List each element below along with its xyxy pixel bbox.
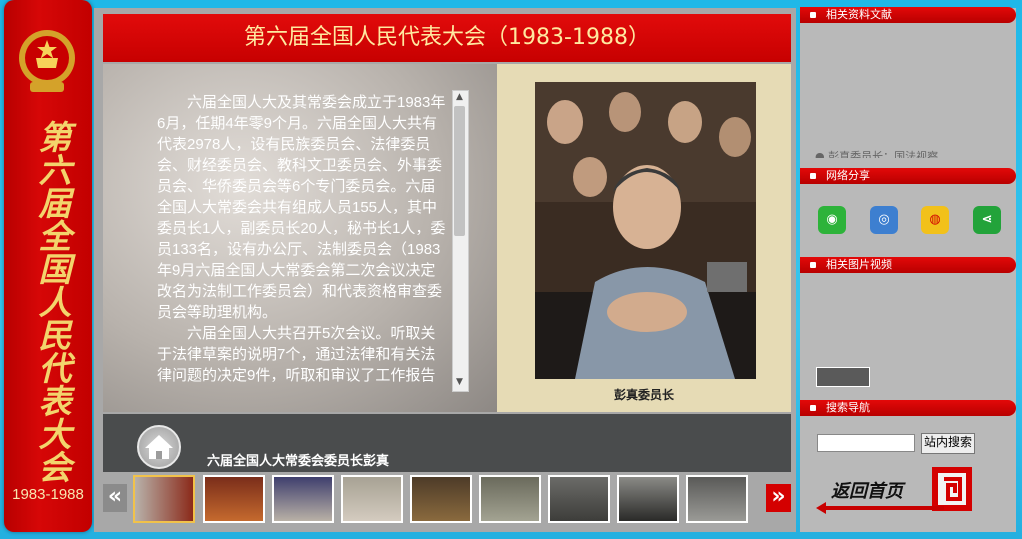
thumbnail[interactable] [686, 475, 748, 523]
thumbnail[interactable] [133, 475, 195, 523]
photo-caption: 彭真委员长 [613, 388, 674, 402]
article-text: 六届全国人大及其常委会成立于1983年6月，任期4年零9个月。六届全国人大共有代… [157, 92, 449, 389]
related-doc-link[interactable]: ● 彭真委员长：国法视察 [815, 148, 1005, 158]
bullet-icon [810, 262, 816, 268]
thumbnail[interactable] [548, 475, 610, 523]
national-emblem-icon [19, 30, 75, 92]
next-thumbnail-button[interactable]: » [766, 484, 791, 512]
thumbnail[interactable] [479, 475, 541, 523]
scroll-thumb[interactable] [454, 106, 465, 236]
back-arrow-icon[interactable] [816, 500, 946, 516]
share-icon[interactable]: ⋖ [973, 206, 1001, 234]
section-header-search: 搜索导航 [800, 400, 1016, 416]
page-title: 第六届全国人民代表大会（1983-1988） [244, 25, 650, 50]
home-icon [145, 435, 173, 459]
section-header-share: 网络分享 [800, 168, 1016, 184]
vertical-title: 第六届全国人民代表大会 [33, 120, 72, 483]
scroll-down-arrow-icon[interactable]: ▼ [452, 375, 467, 389]
tencent-icon[interactable]: ◎ [870, 206, 898, 234]
prev-thumbnail-button[interactable]: « [103, 484, 127, 512]
article-paragraph: 六届全国人大共召开5次会议。听取关于法律草案的说明7个，通过法律和有关法律问题的… [157, 325, 436, 384]
sub-caption: 六届全国人大常委会委员长彭真 [207, 454, 390, 469]
thumbnail[interactable] [341, 475, 403, 523]
bullet-icon [810, 405, 816, 411]
thumbnail[interactable] [272, 475, 334, 523]
bullet-icon [810, 12, 816, 18]
thumbnail[interactable] [203, 475, 265, 523]
wechat-icon[interactable]: ◉ [818, 206, 846, 234]
section-header-media: 相关图片视频 [800, 257, 1016, 273]
years-label: 1983-1988 [12, 486, 84, 503]
thumbnail[interactable] [617, 475, 679, 523]
scroll-up-arrow-icon[interactable]: ▲ [452, 90, 467, 104]
search-button[interactable]: 站内搜索 [921, 433, 975, 454]
home-button[interactable] [137, 425, 181, 469]
weibo-icon[interactable]: ◍ [921, 206, 949, 234]
article-paragraph: 六届全国人大及其常委会成立于1983年6月，任期4年零9个月。六届全国人大共有代… [157, 94, 446, 321]
thumbnail[interactable] [410, 475, 472, 523]
bullet-icon [810, 173, 816, 179]
video-thumbnail[interactable] [816, 367, 870, 387]
main-photo [535, 82, 756, 379]
section-header-related-docs: 相关资料文献 [800, 7, 1016, 23]
search-input[interactable] [817, 434, 915, 452]
